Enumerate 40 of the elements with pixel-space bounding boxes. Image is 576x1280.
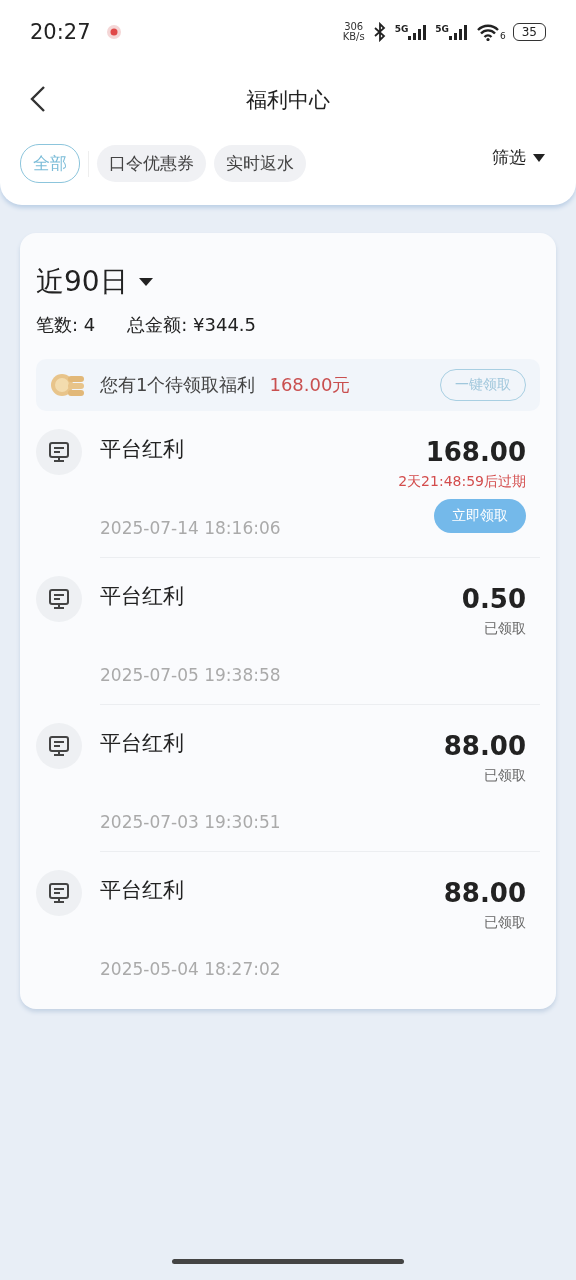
clock: 20:27: [30, 20, 91, 44]
pending-message: 您有1个待领取福利: [100, 373, 256, 397]
claimed-status: 已领取: [484, 620, 526, 638]
record-time: 2025-07-05 19:38:58: [100, 665, 282, 685]
monitor-icon: [36, 576, 82, 622]
filter-tab[interactable]: 口令优惠券: [97, 145, 206, 182]
record-count: 笔数: 4: [36, 313, 96, 337]
signal-indicator: 5G: [435, 24, 469, 40]
filter-dropdown[interactable]: 筛选: [492, 146, 556, 181]
record-title: 平台红利: [100, 436, 185, 463]
pending-amount: 168.00元: [269, 373, 351, 397]
record-title: 平台红利: [100, 730, 185, 757]
network-speed: 306 KB/s: [342, 22, 365, 42]
claimed-status: 已领取: [484, 767, 526, 785]
record-time: 2025-05-04 18:27:02: [100, 959, 282, 979]
page-title: 福利中心: [246, 87, 330, 114]
caret-icon: [532, 152, 546, 163]
period-dropdown[interactable]: 近90日: [36, 263, 154, 301]
record-amount: 0.50: [461, 584, 526, 614]
coins-icon: [50, 372, 86, 398]
claimed-status: 已领取: [484, 914, 526, 932]
monitor-icon: [36, 429, 82, 475]
expiry-countdown: 2天21:48:59后过期: [398, 473, 526, 491]
caret-icon: [137, 277, 154, 287]
back-icon: [30, 84, 46, 113]
record-amount: 88.00: [443, 731, 526, 761]
record-title: 平台红利: [100, 877, 185, 904]
wifi-indicator: 6: [476, 23, 506, 41]
signal-indicator: 5G: [394, 24, 429, 40]
record-amount: 168.00: [425, 437, 526, 467]
record-time: 2025-07-03 19:30:51: [100, 812, 282, 832]
total-amount: 总金额: ¥344.5: [127, 313, 257, 337]
monitor-icon: [36, 723, 82, 769]
monitor-icon: [36, 870, 82, 916]
filter-tab[interactable]: 实时返水: [214, 145, 306, 182]
record-title: 平台红利: [100, 583, 185, 610]
record-icon: [105, 24, 122, 40]
battery-indicator: 35: [512, 23, 546, 41]
record-amount: 88.00: [443, 878, 526, 908]
record-time: 2025-07-14 18:16:06: [100, 518, 282, 538]
